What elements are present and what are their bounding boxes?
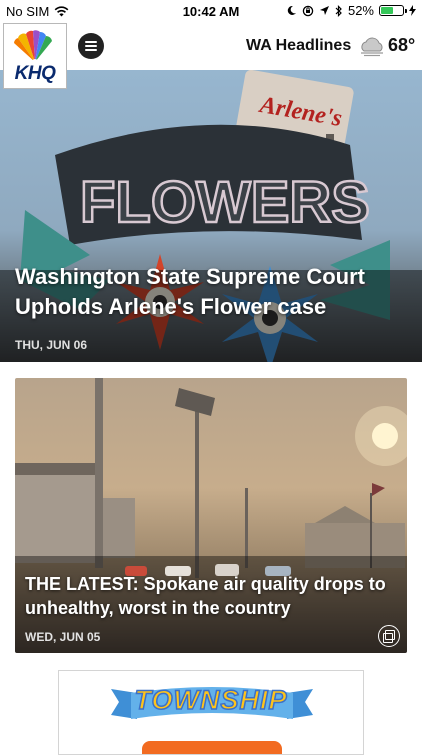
battery-icon [379,5,407,16]
moon-icon [287,5,296,15]
charging-bolt-icon [409,5,416,16]
orientation-lock-icon [302,5,314,16]
status-right: 52% [286,3,416,18]
hero-story-card[interactable]: Arlene's FLOWERS Washington State Suprem… [0,70,422,362]
logo-text: KHQ [14,63,56,84]
section-title: WA Headlines [246,37,352,54]
menu-button[interactable] [78,33,104,59]
hero-story-title[interactable]: Washington State Supreme Court Upholds A… [15,262,395,322]
sign-main-text: FLOWERS [80,170,370,235]
bluetooth-icon [335,4,342,17]
app-header: KHQ WA Headlines 68° [0,22,422,89]
ad-cta-button[interactable] [142,741,282,754]
location-arrow-icon [319,6,329,15]
weather-cloud-icon[interactable] [358,35,386,57]
status-bar: No SIM 10:42 AM 52% [0,0,422,22]
khq-logo[interactable]: KHQ [3,23,67,89]
battery-percent: 52% [347,3,374,18]
story-date: WED, JUN 05 [25,630,101,644]
hero-story-date: THU, JUN 06 [15,338,88,352]
nbc-peacock-icon [14,30,52,65]
temperature-label: 68° [388,35,416,55]
ad-banner[interactable]: TOWNSHIP [58,670,364,755]
story-title[interactable]: THE LATEST: Spokane air quality drops to… [25,572,401,620]
photo-gallery-icon[interactable] [378,625,400,647]
ad-headline: TOWNSHIP [134,684,288,716]
story-card[interactable]: THE LATEST: Spokane air quality drops to… [15,378,407,653]
